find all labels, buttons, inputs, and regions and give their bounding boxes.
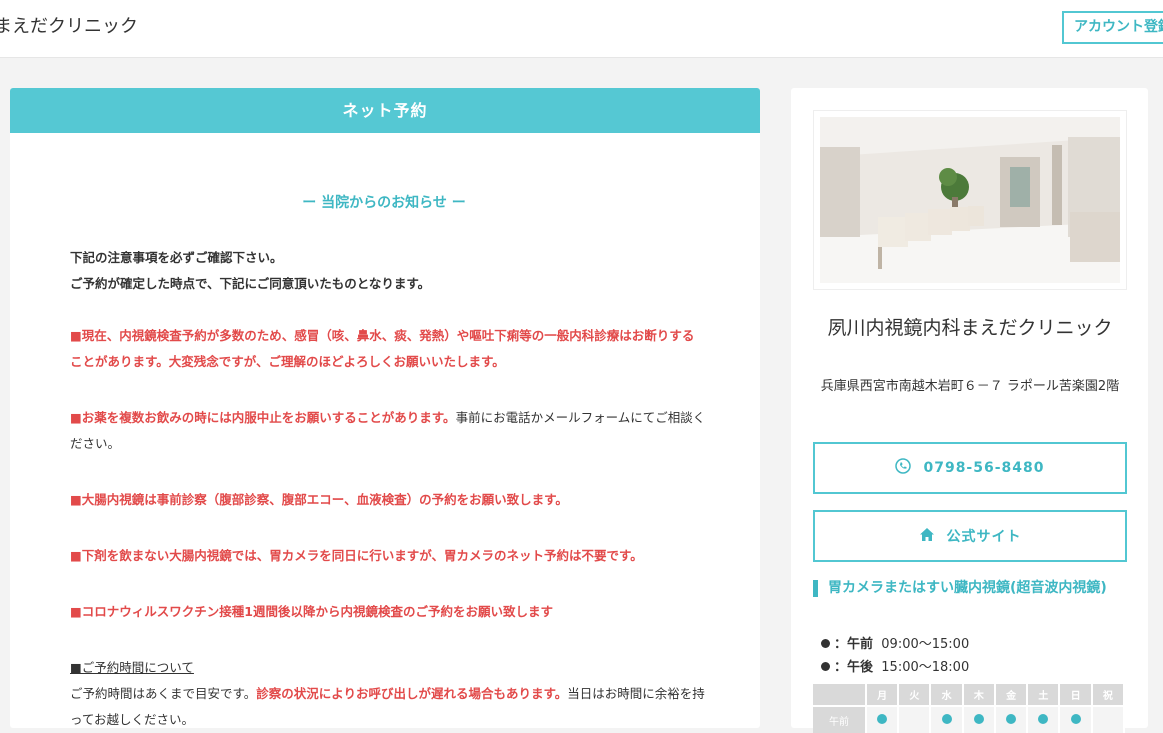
clinic-address: 兵庫県西宮市南越木岩町６－７ ラポール苦楽園2階 — [820, 379, 1120, 394]
day-wed: 水 — [930, 684, 964, 706]
schedule-row-morning: 午前 — [813, 705, 1126, 733]
notice-gastrocamera: ■下剤を飲まない大腸内視鏡では、胃カメラを同日に行いますが、胃カメラのネット予約… — [70, 548, 643, 563]
afternoon-label: ：午後 — [834, 660, 874, 675]
schedule-header-row: 月 火 水 木 金 土 日 祝 — [813, 684, 1126, 706]
notice-title: ー 当院からのお知らせ ー — [302, 195, 466, 211]
site-title[interactable]: まえだクリニック — [0, 12, 138, 38]
day-fri: 金 — [994, 684, 1029, 706]
home-icon — [919, 527, 935, 546]
row-label: 午前 — [813, 705, 867, 733]
slot-sat — [1027, 705, 1061, 733]
clinic-photo-frame — [813, 110, 1127, 290]
phone-button[interactable]: 0798-56-8480 — [813, 442, 1127, 494]
phone-number: 0798-56-8480 — [923, 460, 1045, 476]
gastrocamera-section-title: 胃カメラまたはすい臓内視鏡(超音波内視鏡) — [813, 580, 1129, 597]
time-heading: ■ご予約時間について — [70, 660, 194, 675]
slot-mon — [865, 705, 900, 733]
slot-tue — [898, 705, 932, 733]
clinic-name: 夙川内視鏡内科まえだクリニック — [827, 317, 1113, 339]
top-header: まえだクリニック アカウント登録 — [0, 0, 1163, 58]
morning-time: 09:00〜15:00 — [881, 637, 970, 652]
day-sat: 土 — [1027, 684, 1061, 706]
time-note-warning: 診察の状況によりお呼び出しが遅れる場合もあります。 — [256, 686, 568, 701]
notice-medication-warning: ■お薬を複数お飲みの時には内服中止をお願いすることがあります。 — [70, 410, 456, 425]
notice-covid-vaccine: ■コロナウィルスワクチン接種1週間後以降から内視鏡検査のご予約をお願い致します — [70, 604, 554, 619]
intro-line-2: ご予約が確定した時点で、下記にご同意頂いたものとなります。 — [70, 276, 431, 291]
day-sun: 日 — [1059, 684, 1093, 706]
slot-thu — [962, 705, 996, 733]
clinic-sidebar: 夙川内視鏡内科まえだクリニック 兵庫県西宮市南越木岩町６－７ ラポール苦楽園2階… — [791, 88, 1148, 733]
notice-medication: ■お薬を複数お飲みの時には内服中止をお願いすることがあります。事前にお電話かメー… — [70, 405, 710, 457]
slot-wed — [930, 705, 964, 733]
time-heading-row: ■ご予約時間について — [70, 655, 710, 681]
day-tue: 火 — [898, 684, 932, 706]
morning-dot — [821, 639, 830, 648]
morning-label: ：午前 — [834, 637, 874, 652]
time-note-1: ご予約時間はあくまで目安です。 — [70, 686, 257, 701]
afternoon-time: 15:00〜18:00 — [881, 660, 970, 675]
intro-line-1: 下記の注意事項を必ずご確認下さい。 — [70, 250, 283, 265]
day-mon: 月 — [865, 684, 900, 706]
notice-general-medicine: ■現在、内視鏡検査予約が多数のため、感冒（咳、鼻水、痰、発熱）や嘔吐下痢等の一般… — [70, 328, 695, 369]
official-site-button[interactable]: 公式サイト — [813, 510, 1127, 562]
notice-colonoscopy-exam: ■大腸内視鏡は事前診察（腹部診察、腹部エコー、血液検査）の予約をお願い致します。 — [70, 492, 568, 507]
time-notice: ご予約時間はあくまで目安です。診察の状況によりお呼び出しが遅れる場合もあります。… — [70, 681, 710, 733]
slot-fri — [994, 705, 1029, 733]
day-holiday: 祝 — [1091, 684, 1126, 706]
clinic-waiting-room-photo — [820, 117, 1120, 283]
afternoon-dot — [821, 662, 830, 671]
schedule-table: 月 火 水 木 金 土 日 祝 午前 — [813, 684, 1126, 733]
morning-hours: ：午前 09:00〜15:00 — [821, 633, 969, 652]
day-thu: 木 — [962, 684, 996, 706]
slot-holiday — [1091, 705, 1126, 733]
phone-icon — [895, 458, 912, 478]
slot-sun — [1059, 705, 1093, 733]
schedule-corner — [813, 684, 867, 706]
official-site-label: 公式サイト — [946, 529, 1022, 545]
afternoon-hours: ：午後 15:00〜18:00 — [821, 656, 969, 675]
net-reservation-banner: ネット予約 — [10, 88, 760, 133]
account-register-button[interactable]: アカウント登録 — [1062, 11, 1163, 44]
main-panel: ネット予約 ー 当院からのお知らせ ー 下記の注意事項を必ずご確認下さい。 ご予… — [10, 88, 760, 728]
